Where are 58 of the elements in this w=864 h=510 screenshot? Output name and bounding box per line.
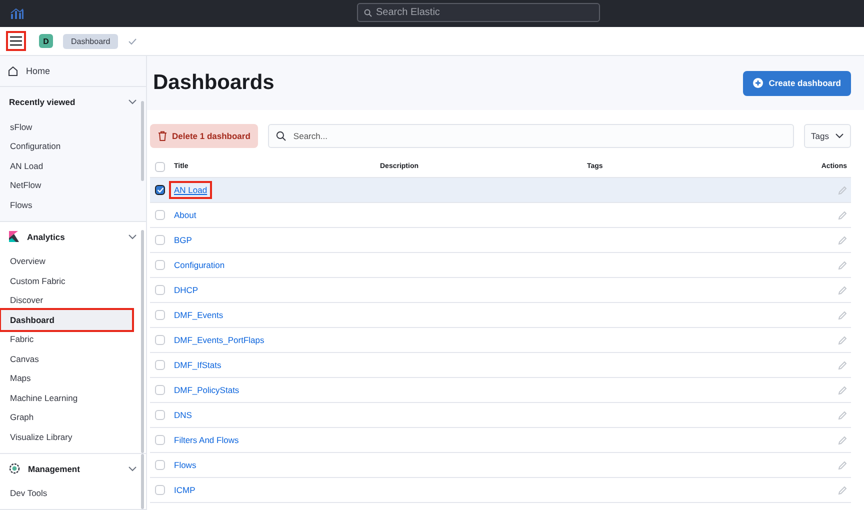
dashboard-link[interactable]: DHCP xyxy=(171,283,202,297)
home-link[interactable]: Home xyxy=(26,66,50,76)
sidebar-item[interactable]: Overview xyxy=(1,252,132,271)
dashboard-link[interactable]: Configuration xyxy=(171,258,228,272)
menu-button[interactable] xyxy=(6,31,26,51)
sidebar-item[interactable]: Canvas xyxy=(1,349,132,368)
sidebar-item[interactable]: Configuration xyxy=(1,136,132,156)
dashboard-link[interactable]: ICMP xyxy=(171,483,198,497)
dashboard-link[interactable]: BGP xyxy=(171,233,195,247)
sidebar-item[interactable]: Visualize Library xyxy=(1,427,132,446)
sidebar-item[interactable]: AN Load xyxy=(1,156,132,176)
search-field[interactable]: Search Elastic xyxy=(357,3,600,22)
sidebar-item[interactable]: Fabric xyxy=(1,330,132,349)
breadcrumb[interactable]: Dashboard xyxy=(63,34,118,48)
sidebar-item[interactable]: sFlow xyxy=(1,117,132,136)
chevron-down-icon xyxy=(128,466,137,472)
dashboard-link[interactable]: Flows xyxy=(171,458,200,472)
section-title[interactable]: Recently viewed xyxy=(9,97,120,107)
create-dashboard-button[interactable]: Create dashboard xyxy=(742,70,851,96)
dashboard-link[interactable]: AN Load xyxy=(171,183,210,197)
section-title[interactable]: Analytics xyxy=(27,232,120,242)
chevron-down-icon xyxy=(835,133,844,139)
sidebar-item[interactable]: NetFlow xyxy=(1,176,132,195)
check-icon xyxy=(128,38,138,44)
dashboard-link[interactable]: DNS xyxy=(171,408,195,422)
dashboard-link[interactable]: DMF_IfStats xyxy=(171,358,224,372)
dashboard-link[interactable]: DMF_Events_PortFlaps xyxy=(171,333,268,347)
plus-icon xyxy=(752,78,763,88)
sidebar-item[interactable]: Flows xyxy=(1,195,132,214)
dashboard-link[interactable]: About xyxy=(171,208,200,222)
space-avatar[interactable]: D xyxy=(39,34,53,48)
sidebar-item[interactable]: Discover xyxy=(1,290,132,310)
page-title: Dashboards xyxy=(153,71,274,95)
sidebar-item[interactable]: Maps xyxy=(1,368,132,388)
gear-icon xyxy=(9,463,20,474)
logo-icon xyxy=(9,231,19,242)
sidebar-item[interactable]: Dev Tools xyxy=(1,484,132,503)
dashboard-link[interactable]: DMF_Events xyxy=(171,308,226,322)
chevron-down-icon xyxy=(128,234,137,240)
checkbox[interactable] xyxy=(155,185,165,195)
sidebar-item[interactable]: Graph xyxy=(1,408,132,427)
menu-icon xyxy=(10,36,22,46)
sidebar-item[interactable]: Custom Fabric xyxy=(1,271,132,290)
delete-button[interactable]: Delete 1 dashboard xyxy=(150,124,258,148)
home-icon xyxy=(8,66,18,76)
sidebar-item[interactable]: Machine Learning xyxy=(1,388,132,408)
chevron-down-icon xyxy=(128,99,137,105)
sidebar-item[interactable]: Dashboard xyxy=(1,310,132,330)
tags-filter[interactable]: Tags xyxy=(804,124,851,148)
dashboard-link[interactable]: DMF_PolicyStats xyxy=(171,383,242,397)
trash-icon xyxy=(158,131,167,141)
section-title[interactable]: Management xyxy=(28,464,120,474)
search-icon xyxy=(364,9,372,17)
scrollbar[interactable] xyxy=(141,101,144,181)
chart-logo-icon[interactable] xyxy=(10,8,24,20)
dashboard-link[interactable]: Filters And Flows xyxy=(171,433,242,447)
scrollbar[interactable] xyxy=(141,230,144,452)
scrollbar[interactable] xyxy=(141,454,144,509)
